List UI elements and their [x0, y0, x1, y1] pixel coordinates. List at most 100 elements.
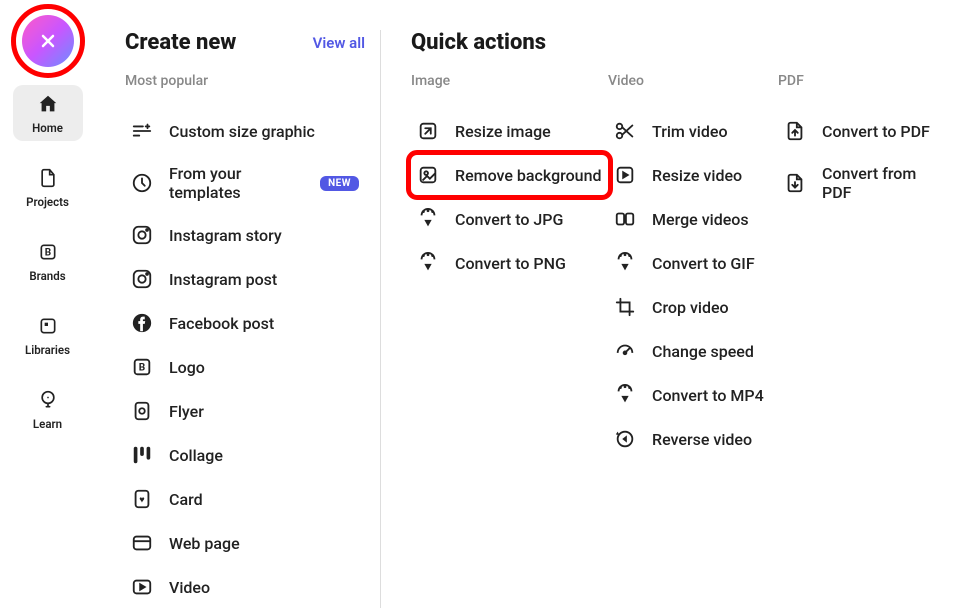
list-item-web-page[interactable]: Web page	[125, 523, 365, 563]
quick-actions-pdf-column: PDF Convert to PDF Convert from PDF	[778, 30, 938, 608]
brands-icon: B	[35, 239, 61, 265]
list-item-label: Convert to PDF	[822, 122, 932, 141]
list-item-label: Convert to PNG	[455, 254, 602, 273]
instagram-icon	[131, 268, 153, 290]
list-item-label: Convert to MP4	[652, 386, 772, 405]
svg-text:B: B	[44, 247, 50, 258]
list-item-label: Convert from PDF	[822, 164, 932, 202]
list-item-label: Merge videos	[652, 210, 772, 229]
quick-actions-video-column: Video Trim video Resize video Merge vide…	[608, 30, 778, 608]
list-item-label: Crop video	[652, 298, 772, 317]
sidebar: Home Projects B Brands Libraries Learn	[0, 0, 95, 608]
pdf-heading: PDF	[778, 73, 938, 89]
qa-item-convert-jpg[interactable]: Convert to JPG	[411, 199, 608, 239]
instagram-icon	[131, 224, 153, 246]
list-item-label: Instagram story	[169, 226, 359, 245]
sidebar-item-learn[interactable]: Learn	[13, 381, 83, 437]
sidebar-item-label: Home	[32, 121, 63, 135]
sidebar-item-label: Libraries	[25, 343, 70, 357]
list-item-label: Logo	[169, 358, 359, 377]
svg-text:B: B	[139, 363, 145, 374]
qa-item-merge-videos[interactable]: Merge videos	[608, 199, 778, 239]
logo-icon: B	[131, 356, 153, 378]
view-all-link[interactable]: View all	[313, 34, 365, 52]
list-item-label: Facebook post	[169, 314, 359, 333]
libraries-icon	[35, 313, 61, 339]
sidebar-item-label: Brands	[29, 269, 65, 283]
sidebar-item-projects[interactable]: Projects	[13, 159, 83, 215]
list-item-label: Card	[169, 490, 359, 509]
sidebar-item-label: Projects	[26, 195, 69, 209]
projects-icon	[35, 165, 61, 191]
list-item-card[interactable]: ♥ Card	[125, 479, 365, 519]
merge-videos-icon	[614, 208, 636, 230]
learn-icon	[35, 387, 61, 413]
list-item-collage[interactable]: Collage	[125, 435, 365, 475]
list-item-label: Remove background	[455, 166, 602, 185]
list-item-label: Resize image	[455, 122, 602, 141]
list-item-label: Custom size graphic	[169, 122, 359, 141]
list-item-label: From your templates	[169, 164, 304, 202]
close-icon	[38, 31, 58, 51]
list-item-video[interactable]: Video	[125, 567, 365, 607]
list-item-custom-size[interactable]: Custom size graphic	[125, 111, 365, 151]
facebook-icon	[131, 312, 153, 334]
collage-icon	[131, 444, 153, 466]
change-speed-icon	[614, 340, 636, 362]
qa-item-convert-png[interactable]: Convert to PNG	[411, 243, 608, 283]
quick-actions-image-column: Quick actions Image Resize image Remove …	[411, 30, 608, 608]
svg-text:♥: ♥	[139, 496, 144, 506]
list-item-label: Video	[169, 578, 359, 597]
list-item-flyer[interactable]: Flyer	[125, 391, 365, 431]
video-heading: Video	[608, 73, 778, 89]
qa-item-convert-gif[interactable]: Convert to GIF	[608, 243, 778, 283]
home-icon	[35, 91, 61, 117]
list-item-label: Convert to JPG	[455, 210, 602, 229]
qa-item-crop-video[interactable]: Crop video	[608, 287, 778, 327]
convert-png-icon	[417, 252, 439, 274]
list-item-label: Trim video	[652, 122, 772, 141]
qa-item-change-speed[interactable]: Change speed	[608, 331, 778, 371]
qa-item-remove-background[interactable]: Remove background	[411, 155, 608, 195]
list-item-facebook-post[interactable]: Facebook post	[125, 303, 365, 343]
resize-video-icon	[614, 164, 636, 186]
list-item-label: Web page	[169, 534, 359, 553]
trim-video-icon	[614, 120, 636, 142]
close-button[interactable]	[22, 15, 74, 67]
list-item-label: Change speed	[652, 342, 772, 361]
qa-item-convert-mp4[interactable]: Convert to MP4	[608, 375, 778, 415]
list-item-instagram-post[interactable]: Instagram post	[125, 259, 365, 299]
sidebar-item-brands[interactable]: B Brands	[13, 233, 83, 289]
qa-item-convert-from-pdf[interactable]: Convert from PDF	[778, 155, 938, 211]
sidebar-item-home[interactable]: Home	[13, 85, 83, 141]
qa-item-resize-video[interactable]: Resize video	[608, 155, 778, 195]
convert-from-pdf-icon	[784, 172, 806, 194]
sidebar-item-label: Learn	[33, 417, 62, 431]
quick-actions-title: Quick actions	[411, 30, 546, 55]
convert-mp4-icon	[614, 384, 636, 406]
sidebar-item-libraries[interactable]: Libraries	[13, 307, 83, 363]
resize-image-icon	[417, 120, 439, 142]
remove-background-icon	[417, 164, 439, 186]
image-heading: Image	[411, 73, 608, 89]
crop-video-icon	[614, 296, 636, 318]
qa-item-reverse-video[interactable]: Reverse video	[608, 419, 778, 459]
create-new-section: Create new View all Most popular Custom …	[125, 30, 380, 608]
list-item-logo[interactable]: B Logo	[125, 347, 365, 387]
new-badge: NEW	[320, 176, 359, 191]
list-item-label: Flyer	[169, 402, 359, 421]
video-icon	[131, 576, 153, 598]
qa-item-convert-to-pdf[interactable]: Convert to PDF	[778, 111, 938, 151]
list-item-label: Instagram post	[169, 270, 359, 289]
flyer-icon	[131, 400, 153, 422]
list-item-label: Reverse video	[652, 430, 772, 449]
reverse-video-icon	[614, 428, 636, 450]
list-item-instagram-story[interactable]: Instagram story	[125, 215, 365, 255]
templates-icon	[131, 172, 153, 194]
main-content: Create new View all Most popular Custom …	[95, 0, 958, 608]
qa-item-resize-image[interactable]: Resize image	[411, 111, 608, 151]
qa-item-trim-video[interactable]: Trim video	[608, 111, 778, 151]
list-item-label: Resize video	[652, 166, 772, 185]
list-item-templates[interactable]: From your templates NEW	[125, 155, 365, 211]
card-icon: ♥	[131, 488, 153, 510]
